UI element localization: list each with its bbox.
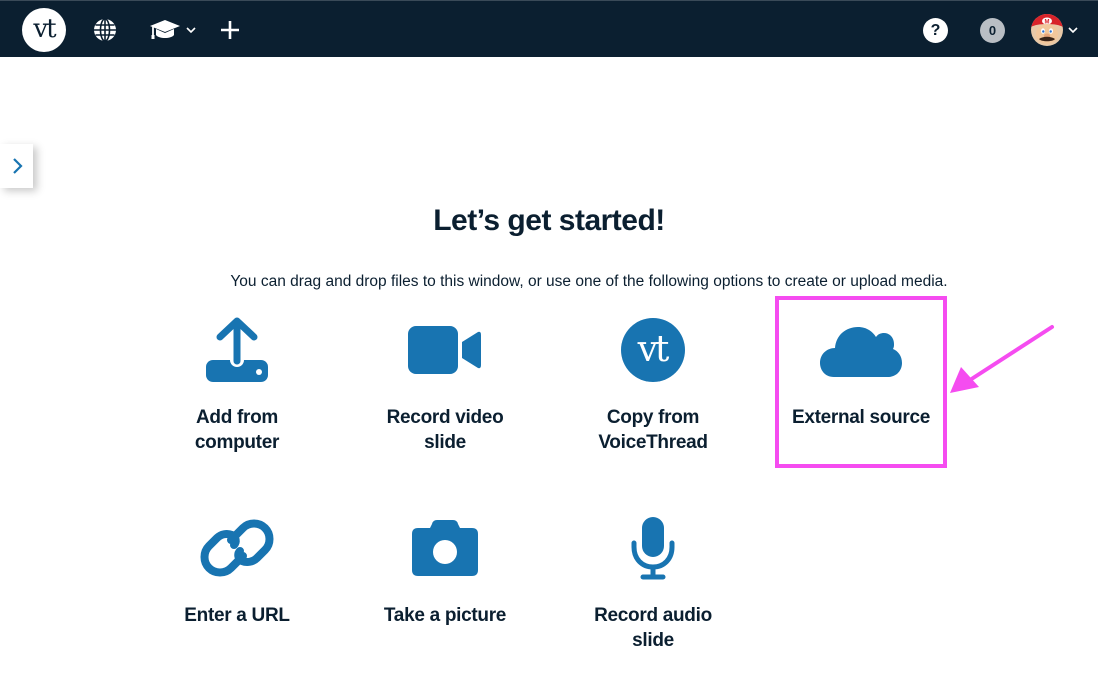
enter-a-url-button[interactable]: Enter a URL [147, 513, 327, 628]
logo-text: vt [33, 13, 56, 44]
take-a-picture-button[interactable]: Take a picture [355, 513, 535, 628]
option-label: Add from computer [194, 407, 280, 453]
cloud-icon [816, 315, 906, 385]
user-avatar: M [1031, 14, 1063, 46]
graduation-cap-icon [150, 20, 180, 39]
help-button[interactable]: ? [923, 18, 948, 43]
add-from-computer-button[interactable]: Add from computer [147, 315, 327, 455]
notification-count: 0 [988, 23, 997, 38]
notifications-badge[interactable]: 0 [980, 18, 1005, 43]
question-icon: ? [930, 21, 941, 39]
create-plus-button[interactable] [218, 17, 242, 43]
link-icon [192, 513, 282, 583]
option-label: Copy from VoiceThread [598, 407, 708, 453]
camera-icon [400, 513, 490, 583]
video-camera-icon [400, 315, 490, 385]
option-label: Record audio slide [594, 605, 712, 651]
record-audio-slide-button[interactable]: Record audio slide [563, 513, 743, 653]
option-label: Enter a URL [184, 605, 290, 626]
voicethread-home-logo[interactable]: vt [22, 8, 66, 52]
page-title: Let’s get started! [433, 204, 665, 237]
option-label: Record video slide [386, 407, 504, 453]
sidebar-toggle-button[interactable] [0, 144, 33, 188]
top-navigation-bar: vt ? 0 M [0, 0, 1098, 57]
chevron-right-icon [12, 158, 23, 174]
annotation-arrow-icon [950, 325, 1054, 393]
option-label: External source [791, 407, 931, 428]
voicethread-logo-icon: vt [608, 315, 698, 385]
chevron-down-icon [186, 27, 196, 34]
chevron-down-icon [1068, 27, 1078, 34]
courses-menu-button[interactable] [148, 17, 198, 43]
page-subtitle: You can drag and drop files to this wind… [230, 273, 948, 290]
external-source-button[interactable]: External source [771, 315, 951, 430]
option-label: Take a picture [383, 605, 507, 626]
upload-icon [192, 315, 282, 385]
microphone-icon [608, 513, 698, 583]
globe-icon[interactable] [93, 18, 117, 42]
copy-from-voicethread-button[interactable]: vt Copy from VoiceThread [563, 315, 743, 455]
vt-icon-text: vt [637, 329, 670, 370]
user-menu-button[interactable]: M [1029, 14, 1081, 46]
record-video-slide-button[interactable]: Record video slide [355, 315, 535, 455]
plus-icon [221, 21, 239, 39]
